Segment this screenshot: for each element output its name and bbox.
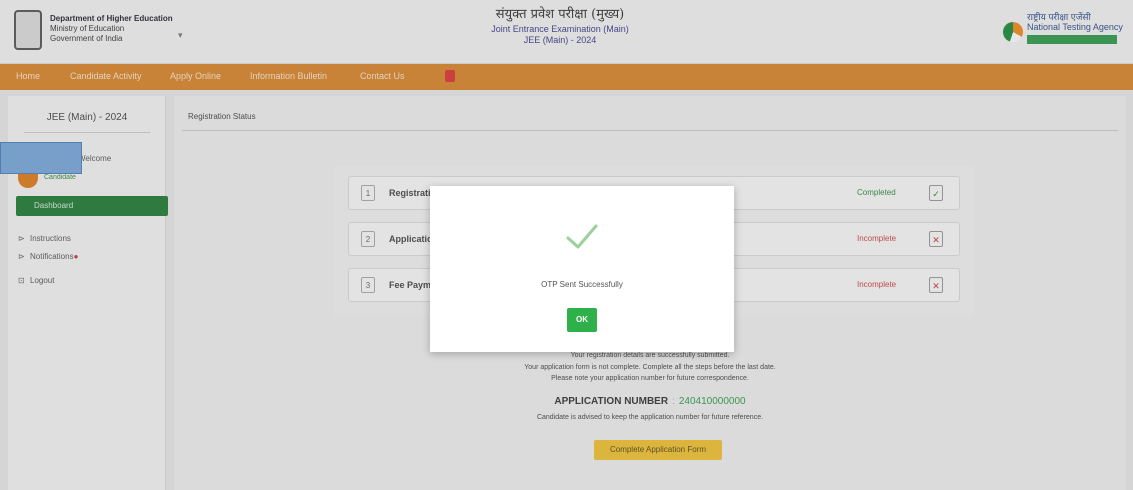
success-modal: OTP Sent Successfully OK xyxy=(430,186,734,352)
ok-button[interactable]: OK xyxy=(567,308,597,332)
success-check-icon xyxy=(566,224,598,249)
modal-message: OTP Sent Successfully xyxy=(541,280,623,289)
